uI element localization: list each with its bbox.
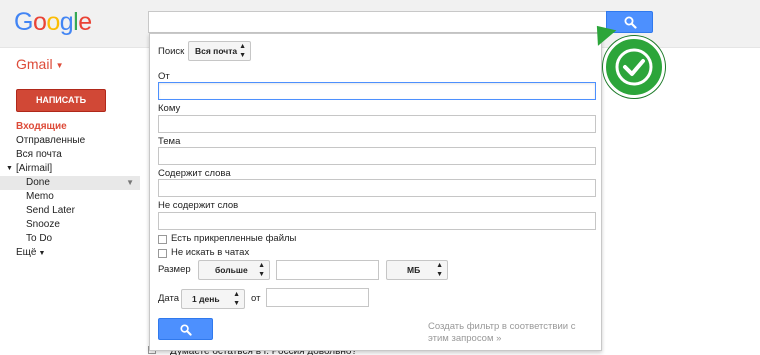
search-submit-button[interactable] bbox=[158, 318, 213, 340]
has-words-field[interactable] bbox=[158, 179, 596, 197]
google-logo[interactable]: Google bbox=[14, 8, 92, 37]
size-operator-select[interactable]: больше ▲ ▼ bbox=[198, 260, 270, 280]
date-range-value: 1 день bbox=[192, 294, 220, 304]
search-in-select[interactable]: Вся почта ▲ ▼ bbox=[188, 41, 251, 61]
sidebar-item-inbox[interactable]: Входящие bbox=[0, 120, 140, 134]
updown-arrows-icon: ▲ ▼ bbox=[436, 262, 443, 278]
sidebar-item-sent[interactable]: Отправленные bbox=[0, 134, 140, 148]
from-field[interactable] bbox=[158, 82, 596, 100]
sidebar-item-airmail[interactable]: ▼ [Airmail] bbox=[0, 162, 140, 176]
subject-label: Тема bbox=[158, 136, 181, 147]
logo-letter: G bbox=[14, 8, 33, 36]
search-in-value: Вся почта bbox=[195, 46, 238, 56]
logo-letter: o bbox=[46, 8, 60, 36]
sidebar-item-to-do[interactable]: To Do bbox=[0, 232, 140, 246]
sidebar-item-send-later[interactable]: Send Later bbox=[0, 204, 140, 218]
size-value-field[interactable] bbox=[276, 260, 379, 280]
sidebar-item-label: Done bbox=[26, 177, 50, 188]
has-words-label: Содержит слова bbox=[158, 168, 231, 179]
gmail-label: Gmail bbox=[16, 56, 53, 72]
caret-down-icon: ▼ bbox=[38, 250, 46, 257]
updown-arrows-icon: ▲ ▼ bbox=[239, 43, 246, 59]
label-menu-icon[interactable]: ▼ bbox=[126, 176, 134, 190]
search-input[interactable] bbox=[148, 11, 606, 33]
size-operator-value: больше bbox=[215, 265, 248, 275]
no-words-field[interactable] bbox=[158, 212, 596, 230]
sidebar-item-more[interactable]: Ещё ▼ bbox=[0, 246, 140, 260]
date-from-label: от bbox=[251, 293, 261, 304]
has-attachment-label: Есть прикрепленные файлы bbox=[171, 233, 297, 244]
logo-letter: g bbox=[59, 8, 74, 36]
logo-letter: o bbox=[32, 8, 47, 36]
create-filter-link[interactable]: Создать фильтр в соответствии с этим зап… bbox=[428, 321, 598, 345]
sidebar-item-memo[interactable]: Memo bbox=[0, 190, 140, 204]
no-chats-label: Не искать в чатах bbox=[171, 247, 250, 258]
no-words-label: Не содержит слов bbox=[158, 200, 239, 211]
sidebar-item-done[interactable]: Done ▼ bbox=[0, 176, 140, 190]
has-attachment-checkbox[interactable] bbox=[158, 235, 167, 244]
date-range-select[interactable]: 1 день ▲ ▼ bbox=[181, 289, 245, 309]
sidebar-item-all-mail[interactable]: Вся почта bbox=[0, 148, 140, 162]
search-icon bbox=[180, 324, 192, 336]
size-unit-value: МБ bbox=[407, 265, 421, 275]
date-label: Дата bbox=[158, 293, 180, 304]
sidebar-item-label: [Airmail] bbox=[16, 163, 53, 174]
to-label: Кому bbox=[158, 103, 181, 114]
gmail-window: Google Gmail ▼ НАПИСАТЬ Входящие Отправле… bbox=[0, 0, 760, 355]
sidebar-nav: Входящие Отправленные Вся почта ▼ [Airmai… bbox=[0, 120, 140, 260]
subject-field[interactable] bbox=[158, 147, 596, 165]
gmail-app-switcher[interactable]: Gmail ▼ bbox=[16, 56, 63, 72]
compose-button[interactable]: НАПИСАТЬ bbox=[16, 89, 106, 112]
search-in-label: Поиск bbox=[158, 46, 185, 57]
updown-arrows-icon: ▲ ▼ bbox=[233, 291, 240, 307]
sidebar-item-snooze[interactable]: Snooze bbox=[0, 218, 140, 232]
checkmark-icon bbox=[615, 48, 653, 86]
size-label: Размер bbox=[158, 264, 191, 275]
expand-triangle-icon[interactable]: ▼ bbox=[6, 162, 13, 176]
search-icon bbox=[624, 16, 637, 29]
to-field[interactable] bbox=[158, 115, 596, 133]
logo-letter: e bbox=[78, 8, 92, 36]
size-unit-select[interactable]: МБ ▲ ▼ bbox=[386, 260, 448, 280]
from-label: От bbox=[158, 71, 170, 82]
checkmark-badge bbox=[603, 36, 665, 98]
updown-arrows-icon: ▲ ▼ bbox=[258, 262, 265, 278]
advanced-search-panel: Поиск Вся почта ▲ ▼ От Кому Тема Содержит… bbox=[149, 33, 602, 351]
no-chats-checkbox[interactable] bbox=[158, 249, 167, 258]
sidebar-item-label: Ещё bbox=[16, 247, 37, 258]
caret-down-icon: ▼ bbox=[55, 60, 64, 70]
date-from-field[interactable] bbox=[266, 288, 369, 307]
